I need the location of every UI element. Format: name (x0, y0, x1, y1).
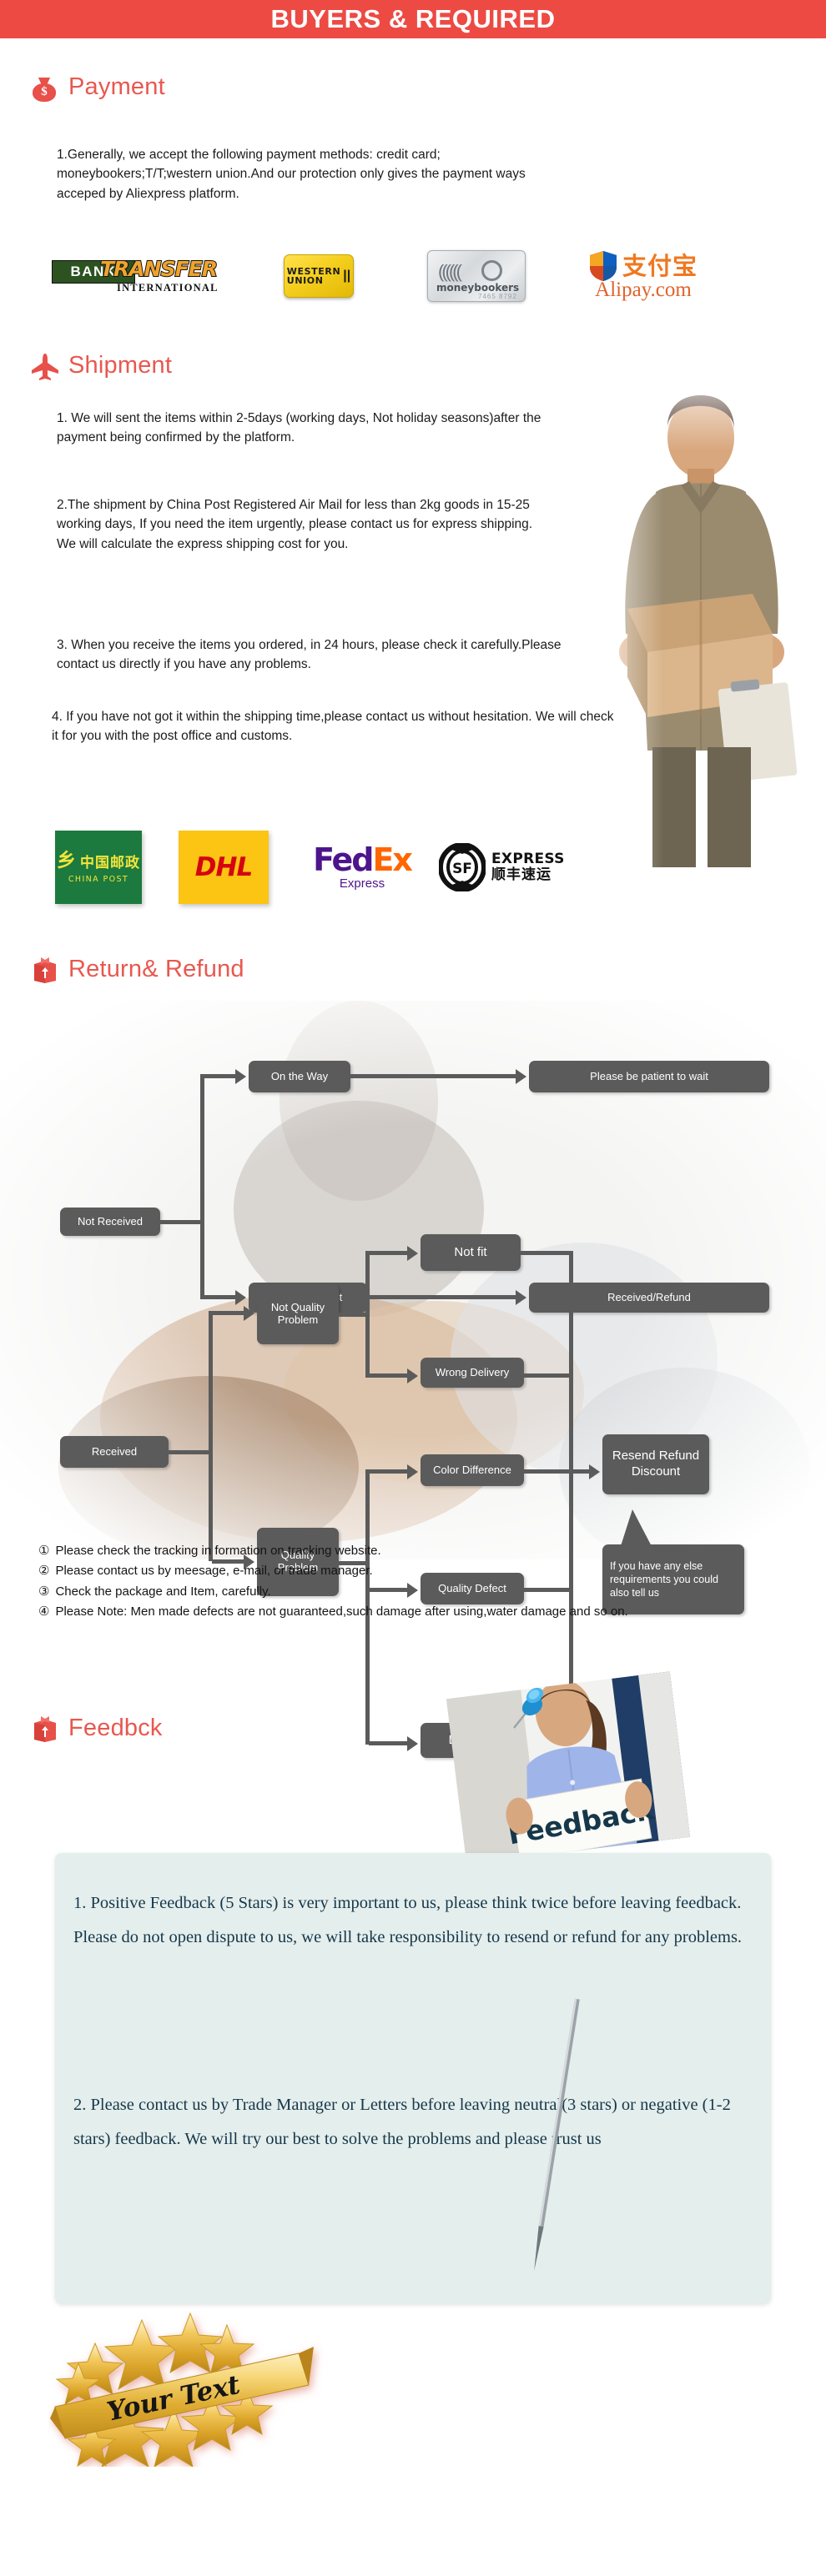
moneybookers-wave-icon: (((((( (438, 261, 462, 282)
shipment-paragraph-4: 4. If you have not got it within the shi… (52, 710, 614, 744)
flow-node-not-received: Not Received (60, 1208, 160, 1236)
feedback-section-head: Feedbck (28, 1711, 163, 1745)
note-number: ③ (38, 1584, 50, 1599)
alipay-chinese-text: 支付宝 (622, 251, 698, 280)
flow-node-not-quality-problem: Not Quality Problem (257, 1284, 339, 1344)
note-item: ① Please check the tracking in formation… (38, 1541, 789, 1561)
shipment-paragraph-1: 1. We will sent the items within 2-5days… (57, 411, 541, 445)
moneybookers-ring-icon (481, 260, 502, 281)
western-union-logo: WESTERN UNION || (284, 254, 354, 298)
note-number: ② (38, 1564, 50, 1579)
sf-express-english-text: EXPRESS (491, 850, 565, 867)
push-pin-icon (509, 1686, 547, 1731)
note-number: ① (38, 1544, 50, 1558)
feedback-paragraph-2: 2. Please contact us by Trade Manager or… (73, 2096, 731, 2148)
alipay-shield-icon (589, 250, 617, 282)
dhl-label: DHL (194, 852, 253, 882)
flow-node-received-refund: Received/Refund (529, 1283, 769, 1313)
china-post-english-text: CHINA POST (68, 875, 129, 884)
your-text-badge: Your Text (48, 2308, 324, 2468)
flow-node-not-fit: Not fit (421, 1234, 521, 1271)
return-refund-flowchart: Not Received On the Way Please be patien… (0, 1001, 826, 1758)
note-item: ④ Please Note: Men made defects are not … (38, 1602, 789, 1622)
note-text: Please Note: Men made defects are not gu… (55, 1604, 628, 1619)
bank-transfer-logo: BANK TRANSFER INTERNATIONAL (52, 256, 219, 295)
payment-body-text: 1.Generally, we accept the following pay… (57, 148, 526, 201)
flow-node-resend-refund-discount: Resend Refund Discount (602, 1434, 709, 1494)
money-bag-icon: $ (28, 70, 60, 103)
flow-node-wrong-delivery: Wrong Delivery (421, 1358, 524, 1388)
page-header-banner: BUYERS & REQUIRED (0, 0, 826, 38)
courier-photo (576, 359, 826, 867)
moneybookers-label: moneybookers (436, 282, 520, 294)
fedex-word-ex: Ex (372, 841, 412, 878)
page-title: BUYERS & REQUIRED (270, 4, 556, 33)
note-text: Please check the tracking in formation o… (55, 1544, 381, 1558)
moneybookers-number: 7465 8792 (478, 293, 517, 300)
western-union-bars-icon: || (343, 269, 351, 283)
note-text: Check the package and Item, carefully. (55, 1584, 271, 1599)
sf-mark-icon: SF (438, 842, 486, 892)
payment-section-head: $ Payment (28, 70, 165, 103)
note-number: ④ (38, 1604, 50, 1619)
feedback-box-icon (28, 1711, 60, 1745)
shipment-paragraph-2: 2.The shipment by China Post Registered … (57, 498, 533, 551)
return-refund-heading: Return& Refund (68, 955, 244, 982)
china-post-symbol-icon: 乡 (57, 850, 76, 871)
dhl-logo: DHL (179, 831, 269, 904)
svg-text:SF: SF (452, 861, 472, 877)
shipment-paragraph-3: 3. When you receive the items you ordere… (57, 638, 562, 672)
airplane-icon (28, 349, 60, 382)
bank-transfer-word-international: INTERNATIONAL (117, 282, 219, 294)
bank-transfer-word-transfer: TRANSFER (99, 256, 219, 282)
china-post-chinese-text: 中国邮政 (80, 855, 140, 871)
flow-node-color-difference: Color Difference (421, 1454, 524, 1486)
buyers-required-infographic: BUYERS & REQUIRED $ Payment 1.Generally,… (0, 0, 826, 2576)
fedex-sub-label: Express (339, 876, 385, 891)
flow-node-please-be-patient: Please be patient to wait (529, 1061, 769, 1092)
feedback-paragraph-1: 1. Positive Feedback (5 Stars) is very i… (73, 1894, 743, 1946)
flow-node-on-the-way: On the Way (249, 1061, 350, 1092)
alipay-domain-text: Alipay.com (595, 279, 692, 301)
western-union-line2: UNION (286, 275, 324, 286)
china-post-logo: 乡 中国邮政 CHINA POST (55, 831, 142, 904)
fedex-logo: FedEx Express (304, 844, 421, 891)
feedback-heading: Feedbck (68, 1714, 163, 1741)
note-text: Please contact us by meesage, e-mail, or… (55, 1564, 373, 1579)
return-box-icon (28, 952, 60, 986)
note-item: ② Please contact us by meesage, e-mail, … (38, 1561, 789, 1581)
shipment-heading: Shipment (68, 351, 173, 379)
feedback-photo: Feedback (446, 1671, 691, 1865)
sf-express-chinese-text: 顺丰速运 (491, 866, 552, 883)
shipment-section-head: Shipment (28, 349, 172, 382)
return-refund-section-head: Return& Refund (28, 952, 244, 986)
fedex-word-fed: Fed (313, 841, 374, 878)
payment-heading: Payment (68, 73, 165, 100)
alipay-logo: 支付宝 Alipay.com (581, 250, 706, 302)
moneybookers-logo: (((((( moneybookers 7465 8792 (427, 250, 526, 302)
flow-node-received: Received (60, 1436, 169, 1468)
sf-express-logo: SF EXPRESS 顺丰速运 (438, 842, 581, 892)
return-refund-notes: ① Please check the tracking in formation… (38, 1541, 789, 1622)
note-item: ③ Check the package and Item, carefully. (38, 1582, 789, 1602)
